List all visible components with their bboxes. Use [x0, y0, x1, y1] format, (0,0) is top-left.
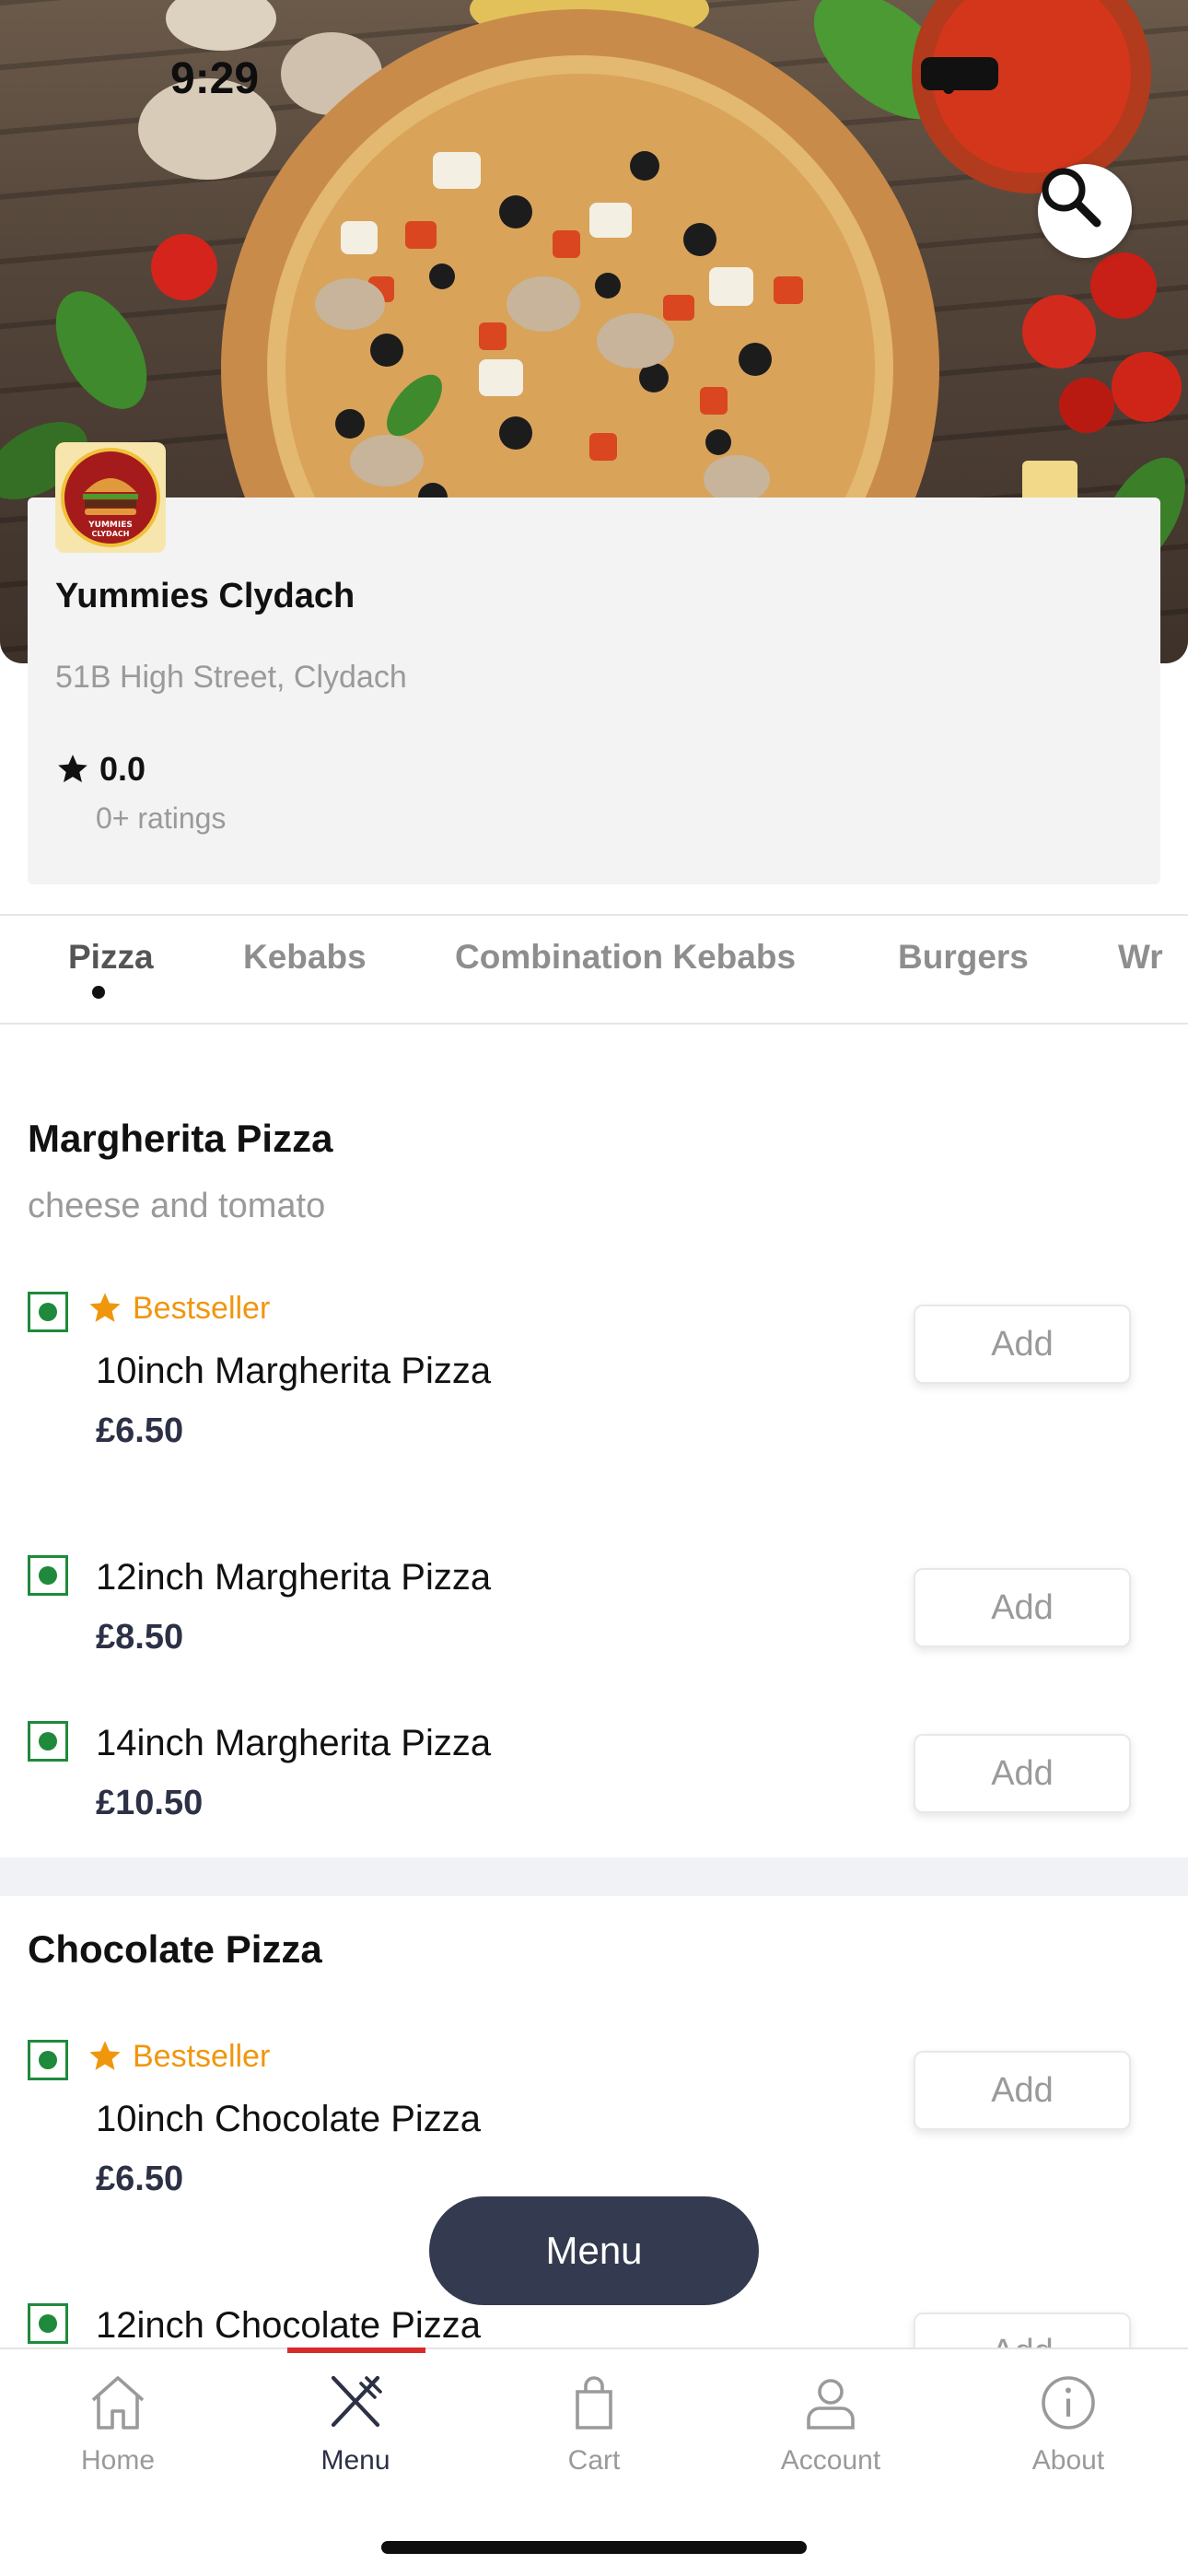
svg-text:YUMMIES: YUMMIES	[87, 521, 133, 530]
nav-label: Account	[780, 2445, 881, 2476]
bestseller-label: Bestseller	[133, 1290, 271, 1326]
category-tabs: Pizza Kebabs Combination Kebabs Burgers …	[0, 914, 1188, 1025]
burger-logo-icon: YUMMIES CLYDACH	[83, 478, 138, 538]
section-title: Chocolate Pizza	[28, 1927, 322, 1971]
nav-label: Cart	[567, 2445, 621, 2476]
veg-indicator-icon	[28, 1292, 68, 1332]
section-subtitle: cheese and tomato	[28, 1187, 326, 1225]
fork-knife-icon	[331, 2375, 382, 2428]
bestseller-badge: Bestseller	[87, 1290, 270, 1327]
restaurant-address: 51B High Street, Clydach	[55, 660, 407, 695]
bestseller-star-icon	[89, 2041, 121, 2070]
bestseller-label: Bestseller	[133, 2038, 271, 2074]
item-name: 10inch Chocolate Pizza	[96, 2099, 482, 2139]
restaurant-logo: YUMMIES CLYDACH	[55, 442, 166, 553]
bag-icon	[576, 2376, 612, 2430]
item-name: 12inch Chocolate Pizza	[96, 2305, 482, 2346]
nav-label: Home	[80, 2445, 156, 2476]
search-icon	[1042, 168, 1101, 228]
veg-indicator-icon	[28, 2303, 68, 2344]
wifi-icon	[921, 57, 976, 94]
status-time: 9:29	[170, 54, 260, 103]
item-name: 14inch Margherita Pizza	[96, 1723, 492, 1763]
status-icons	[921, 57, 998, 94]
item-price: £10.50	[96, 1784, 204, 1822]
item-name: 12inch Margherita Pizza	[96, 1557, 492, 1598]
add-button[interactable]: Add	[914, 1305, 1131, 1384]
section-title: Margherita Pizza	[28, 1117, 333, 1160]
active-tab-indicator	[92, 986, 105, 999]
tab-kebabs[interactable]: Kebabs	[243, 938, 367, 977]
info-icon	[1042, 2376, 1095, 2430]
home-indicator	[381, 2541, 807, 2554]
item-price: £8.50	[96, 1618, 184, 1657]
veg-indicator-icon	[28, 1555, 68, 1596]
ratings-count: 0+ ratings	[96, 802, 227, 835]
search-button[interactable]	[1038, 164, 1132, 258]
add-button[interactable]: Add	[914, 2051, 1131, 2130]
bestseller-star-icon	[89, 1293, 121, 1322]
nav-label: Menu	[320, 2445, 390, 2476]
tab-combination-kebabs[interactable]: Combination Kebabs	[455, 938, 796, 977]
menu-floating-button[interactable]: Menu	[429, 2196, 759, 2305]
section-separator	[0, 1857, 1188, 1896]
add-button[interactable]: Add	[914, 1734, 1131, 1813]
nav-cart[interactable]: Cart	[502, 2370, 686, 2476]
nav-label: About	[1031, 2445, 1105, 2476]
restaurant-name: Yummies Clydach	[55, 577, 355, 615]
star-icon	[58, 755, 87, 783]
tab-burgers[interactable]: Burgers	[898, 938, 1029, 977]
item-name: 10inch Margherita Pizza	[96, 1351, 492, 1391]
user-icon	[807, 2379, 855, 2430]
tab-wraps[interactable]: Wr	[1118, 938, 1163, 977]
svg-text:CLYDACH: CLYDACH	[92, 530, 130, 538]
nav-menu[interactable]: Menu	[263, 2370, 448, 2476]
nav-about[interactable]: About	[976, 2370, 1160, 2476]
veg-indicator-icon	[28, 1721, 68, 1762]
active-nav-indicator	[287, 2348, 425, 2353]
home-icon	[91, 2376, 145, 2430]
veg-indicator-icon	[28, 2040, 68, 2080]
restaurant-info-card: YUMMIES CLYDACH Yummies Clydach 51B High…	[28, 442, 1160, 884]
nav-home[interactable]: Home	[26, 2370, 210, 2476]
tab-pizza[interactable]: Pizza	[68, 938, 154, 977]
nav-account[interactable]: Account	[739, 2370, 923, 2476]
logo-badge: YUMMIES CLYDACH	[61, 448, 160, 547]
rating-value: 0.0	[99, 750, 146, 788]
item-price: £6.50	[96, 2160, 184, 2198]
bestseller-badge: Bestseller	[87, 2038, 270, 2075]
rating-row: 0.0	[55, 750, 146, 789]
add-button[interactable]: Add	[914, 1568, 1131, 1647]
item-price: £6.50	[96, 1411, 184, 1450]
